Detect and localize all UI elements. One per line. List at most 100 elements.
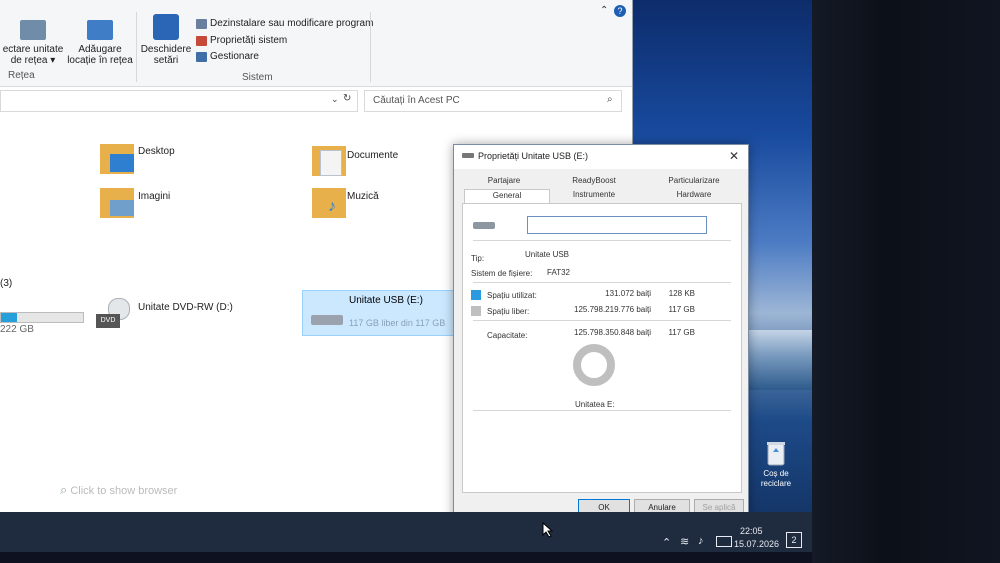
used-space-label: Spațiu utilizat: bbox=[487, 291, 537, 300]
ribbon-separator bbox=[136, 12, 137, 82]
used-space-bytes: 131.072 baiți bbox=[605, 289, 651, 298]
uninstall-icon bbox=[196, 18, 207, 29]
wifi-icon[interactable]: ≋ bbox=[680, 535, 689, 548]
notification-count: 2 bbox=[791, 535, 797, 545]
used-space-size: 128 KB bbox=[668, 289, 695, 298]
manage-icon bbox=[196, 51, 207, 62]
clock-date[interactable]: 15.07.2026 bbox=[734, 539, 779, 549]
open-settings-label-2: setări bbox=[153, 55, 179, 66]
dvd-drive-label: Unitate DVD-RW (D:) bbox=[138, 302, 233, 313]
usb-properties-dialog: Proprietăți Unitate USB (E:) ✕ Partajare… bbox=[453, 144, 749, 526]
free-space-swatch bbox=[471, 306, 481, 316]
show-hidden-icons-chevron-icon[interactable]: ⌃ bbox=[662, 536, 671, 549]
dvd-drive-icon: DVD bbox=[96, 298, 130, 332]
keyboard-icon[interactable] bbox=[716, 536, 732, 547]
music-note-icon: ♪ bbox=[328, 198, 336, 215]
refresh-icon[interactable]: ↻ bbox=[343, 93, 351, 104]
folder-label: Documente bbox=[347, 150, 399, 161]
folder-label: Imagini bbox=[138, 191, 171, 202]
map-network-drive-label-2: de rețea ▾ bbox=[10, 55, 56, 66]
drive-name-input[interactable] bbox=[527, 216, 707, 234]
system-properties-button[interactable]: Proprietăți sistem bbox=[196, 35, 287, 46]
uninstall-program-button[interactable]: Dezinstalare sau modificare program bbox=[196, 18, 373, 29]
tab-readyboost[interactable]: ReadyBoost bbox=[554, 175, 634, 187]
notification-center-icon[interactable]: 2 bbox=[786, 532, 802, 548]
magnifier-icon: ⌕ bbox=[60, 482, 68, 497]
gear-icon bbox=[153, 14, 179, 40]
open-settings-label: Deschidere bbox=[140, 44, 192, 55]
manage-button[interactable]: Gestionare bbox=[196, 51, 259, 62]
local-drive-usage-fill bbox=[1, 313, 18, 322]
address-bar[interactable]: ⌄ ↻ bbox=[0, 90, 358, 112]
divider bbox=[473, 240, 731, 241]
document-page-icon bbox=[320, 150, 342, 176]
used-space-swatch bbox=[471, 290, 481, 300]
free-space-bytes: 125.798.219.776 baiți bbox=[574, 305, 651, 314]
search-input[interactable]: Căutați în Acest PC bbox=[373, 95, 460, 106]
group-label-network: Rețea bbox=[8, 70, 35, 81]
bottom-search-text: Click to show browser bbox=[70, 485, 178, 497]
filesystem-value: FAT32 bbox=[547, 268, 570, 277]
divider bbox=[473, 282, 731, 283]
network-location-icon bbox=[87, 20, 113, 40]
tab-sharing[interactable]: Partajare bbox=[464, 175, 544, 187]
local-drive-usage-bar bbox=[0, 312, 84, 323]
group-label-system: Sistem bbox=[242, 72, 273, 83]
bottom-search-bar[interactable]: ⌕ Click to show browser bbox=[60, 482, 177, 498]
usb-drive-icon bbox=[311, 315, 343, 325]
usb-drive-free-text: 117 GB liber din 117 GB bbox=[349, 318, 446, 328]
tab-tools[interactable]: Instrumente bbox=[554, 189, 634, 201]
map-network-drive-button[interactable]: ectare unitate de rețea ▾ bbox=[0, 20, 66, 66]
manage-label: Gestionare bbox=[210, 51, 259, 62]
dvd-badge: DVD bbox=[96, 314, 120, 328]
search-icon: ⌕ bbox=[607, 94, 613, 105]
usb-drive-item-selected[interactable]: Unitate USB (E:) 117 GB liber din 117 GB bbox=[302, 290, 454, 336]
picture-icon bbox=[110, 200, 134, 216]
clock-time[interactable]: 22:05 bbox=[740, 526, 763, 536]
type-label: Tip: bbox=[471, 254, 485, 263]
tab-hardware[interactable]: Hardware bbox=[649, 189, 739, 201]
help-icon[interactable]: ? bbox=[614, 5, 626, 17]
capacity-bytes: 125.798.350.848 baiți bbox=[574, 328, 651, 337]
recycle-bin-icon bbox=[767, 442, 785, 466]
desktop-screen-icon bbox=[110, 154, 134, 172]
dialog-title: Proprietăți Unitate USB (E:) bbox=[478, 151, 589, 161]
usb-drive-label: Unitate USB (E:) bbox=[349, 295, 423, 306]
tab-general[interactable]: General bbox=[464, 189, 550, 204]
add-network-location-label: Adăugare bbox=[78, 44, 122, 55]
capacity-size: 117 GB bbox=[668, 328, 695, 337]
network-drive-icon bbox=[20, 20, 46, 40]
recycle-bin-label-2: reciclare bbox=[760, 479, 792, 488]
close-icon[interactable]: ✕ bbox=[729, 149, 739, 163]
ribbon-separator bbox=[370, 12, 371, 82]
open-settings-button[interactable]: Deschidere setări bbox=[140, 14, 192, 66]
ribbon: ectare unitate de rețea ▾ Adăugare locaț… bbox=[0, 0, 632, 87]
dialog-titlebar[interactable]: Proprietăți Unitate USB (E:) ✕ bbox=[454, 145, 748, 169]
usage-donut-chart bbox=[573, 344, 615, 386]
recycle-bin-shortcut[interactable]: Coș de reciclare bbox=[752, 440, 800, 489]
map-network-drive-label: ectare unitate bbox=[2, 44, 64, 55]
usb-title-icon bbox=[462, 153, 474, 158]
free-space-size: 117 GB bbox=[668, 305, 695, 314]
folder-label: Muzică bbox=[347, 191, 379, 202]
add-network-location-button[interactable]: Adăugare locație în rețea bbox=[66, 20, 134, 66]
ribbon-collapse-icon[interactable]: ⌃ bbox=[600, 5, 608, 16]
tab-customize[interactable]: Particularizare bbox=[649, 175, 739, 187]
type-value: Unitate USB bbox=[525, 250, 570, 259]
folder-label: Desktop bbox=[138, 146, 175, 157]
drive-letter-label: Unitatea E: bbox=[575, 400, 615, 409]
monitor-bezel bbox=[812, 0, 1000, 563]
taskbar: ⌃ ≋ ♪ 22:05 15.07.2026 2 bbox=[0, 512, 812, 552]
volume-icon[interactable]: ♪ bbox=[698, 535, 704, 547]
recycle-bin-label: Coș de bbox=[763, 469, 789, 478]
filesystem-label: Sistem de fișiere: bbox=[471, 269, 533, 278]
drives-section-count: (3) bbox=[0, 278, 13, 289]
search-box[interactable]: Căutați în Acest PC ⌕ bbox=[364, 90, 622, 112]
divider bbox=[473, 410, 731, 411]
mouse-pointer-icon bbox=[542, 522, 554, 538]
address-dropdown-icon[interactable]: ⌄ bbox=[331, 94, 339, 105]
capacity-label: Capacitate: bbox=[487, 331, 528, 340]
usb-drive-icon bbox=[473, 222, 495, 229]
uninstall-program-label: Dezinstalare sau modificare program bbox=[210, 18, 374, 29]
free-space-label: Spațiu liber: bbox=[487, 307, 530, 316]
